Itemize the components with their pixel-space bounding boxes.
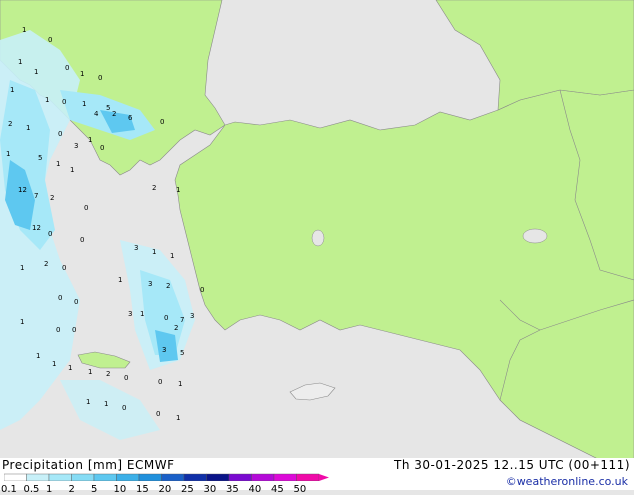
precipitation-map: 10101 1101 0 1 54 2 6 02 1011 53 011127 212120002 01… <box>0 0 634 460</box>
station-value: 0 <box>56 326 60 334</box>
scale-swatch <box>228 473 252 481</box>
station-value: 0 <box>160 118 164 126</box>
legend-bar: Precipitation [mm] ECMWF Th 30-01-2025 1… <box>0 458 634 495</box>
station-value: 1 <box>104 400 108 408</box>
scale-swatch <box>138 473 162 481</box>
scale-swatch <box>4 473 27 481</box>
station-value: 1 <box>10 86 14 94</box>
scale-swatch <box>251 473 275 481</box>
station-value: 1 <box>18 58 22 66</box>
station-value: 0 <box>62 98 66 106</box>
station-value: 0 <box>58 294 62 302</box>
map-title: Precipitation [mm] ECMWF <box>2 458 174 472</box>
station-value: 1 <box>80 70 84 78</box>
station-value: 12 <box>18 186 27 194</box>
station-value: 1 <box>176 414 180 422</box>
station-value: 1 <box>36 352 40 360</box>
station-value: 1 <box>26 124 30 132</box>
station-value: 0 <box>156 410 160 418</box>
scale-swatch <box>26 473 50 481</box>
station-value: 7 <box>34 192 38 200</box>
station-value: 2 <box>44 260 48 268</box>
station-value: 3 <box>134 244 138 252</box>
station-value: 0 <box>58 130 62 138</box>
scale-swatch <box>116 473 140 481</box>
station-value: 0 <box>80 236 84 244</box>
station-value: 12 <box>32 224 41 232</box>
station-value: 2 <box>152 184 156 192</box>
station-value: 6 <box>128 114 133 122</box>
station-value: 0 <box>48 230 52 238</box>
scale-arrow <box>319 474 329 481</box>
station-value: 1 <box>45 96 49 104</box>
station-value: 1 <box>6 150 10 158</box>
station-value: 3 <box>162 346 166 354</box>
scale-swatch <box>296 473 320 481</box>
lake-van <box>522 228 548 244</box>
station-value: 1 <box>118 276 122 284</box>
station-value: 3 <box>148 280 152 288</box>
scale-swatch <box>48 473 72 481</box>
station-value: 1 <box>88 368 92 376</box>
station-value: 2 <box>8 120 12 128</box>
station-value: 0 <box>62 264 66 272</box>
station-value: 0 <box>84 204 88 212</box>
valid-time: Th 30-01-2025 12..15 UTC (00+111) <box>394 458 630 472</box>
station-value: 5 <box>38 154 42 162</box>
model-name: ECMWF <box>126 458 175 472</box>
lake-tuz <box>311 229 325 247</box>
scale-swatch <box>183 473 207 481</box>
station-value: 1 <box>68 364 72 372</box>
station-value: 0 <box>98 74 102 82</box>
station-value: 3 <box>190 312 194 320</box>
station-value: 1 <box>20 318 24 326</box>
station-value: 1 <box>88 136 92 144</box>
title-text: Precipitation [mm] <box>2 458 123 472</box>
color-scale <box>4 473 329 481</box>
scale-swatch <box>161 473 185 481</box>
station-value: 0 <box>164 314 168 322</box>
station-value: 3 <box>74 142 78 150</box>
station-value: 5 <box>106 104 110 112</box>
scale-swatch <box>71 473 95 481</box>
station-value: 0 <box>122 404 126 412</box>
station-value: 2 <box>174 324 178 332</box>
station-value: 1 <box>140 310 144 318</box>
station-value: 0 <box>48 36 52 44</box>
station-value: 1 <box>86 398 90 406</box>
station-value: 0 <box>74 298 78 306</box>
station-value: 2 <box>106 370 110 378</box>
station-value: 5 <box>180 349 184 357</box>
station-value: 1 <box>170 252 174 260</box>
station-value: 1 <box>152 248 156 256</box>
station-value: 1 <box>34 68 38 76</box>
station-value: 0 <box>200 286 204 294</box>
station-value: 2 <box>112 110 116 118</box>
credit-link[interactable]: ©weatheronline.co.uk <box>506 475 628 488</box>
station-value: 1 <box>56 160 60 168</box>
station-value: 1 <box>52 360 56 368</box>
station-value: 3 <box>128 310 132 318</box>
station-value: 7 <box>180 316 184 324</box>
station-value: 1 <box>178 380 182 388</box>
station-value: 1 <box>176 186 180 194</box>
station-value: 1 <box>22 26 26 34</box>
station-value: 2 <box>50 194 54 202</box>
station-value: 0 <box>100 144 104 152</box>
scale-swatch <box>206 473 230 481</box>
station-value: 0 <box>65 64 69 72</box>
station-value: 0 <box>124 374 128 382</box>
station-value: 0 <box>72 326 76 334</box>
station-value: 4 <box>94 110 99 118</box>
station-value: 1 <box>82 100 86 108</box>
scale-swatch <box>273 473 297 481</box>
scale-swatch <box>93 473 117 481</box>
station-value: 1 <box>70 166 74 174</box>
station-value: 1 <box>20 264 24 272</box>
station-value: 0 <box>158 378 162 386</box>
station-value: 2 <box>166 282 170 290</box>
